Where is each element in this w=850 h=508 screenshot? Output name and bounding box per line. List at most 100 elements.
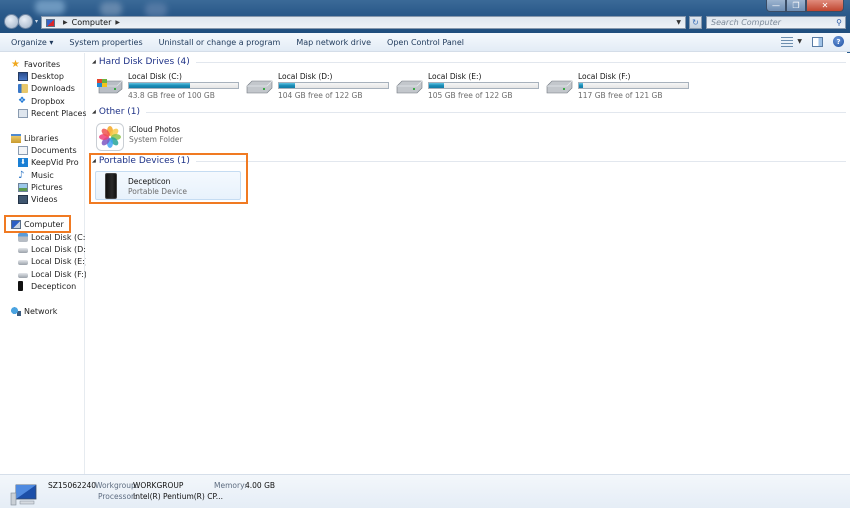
view-options-dropdown[interactable]: ▼: [797, 38, 802, 45]
sidebar-item-label: Dropbox: [31, 96, 65, 106]
sidebar-item-local-disk-f[interactable]: Local Disk (F:): [18, 268, 87, 280]
aero-glow: [145, 3, 167, 17]
sidebar-item-local-disk-e[interactable]: Local Disk (E:): [18, 255, 88, 267]
sidebar-item-network[interactable]: Network: [11, 305, 57, 317]
organize-button[interactable]: Organize ▾: [0, 38, 61, 47]
libraries-icon: [11, 133, 21, 143]
back-button[interactable]: [4, 14, 19, 29]
search-placeholder: Search Computer: [711, 18, 781, 27]
drive-name: Local Disk (F:): [578, 72, 631, 81]
drive-icon: [18, 248, 28, 253]
drive-tile-f[interactable]: Local Disk (F:) 117 GB free of 121 GB: [546, 72, 696, 102]
group-divider: [146, 111, 846, 113]
computer-icon: [10, 484, 37, 506]
sidebar-item-label: Local Disk (F:): [31, 269, 87, 279]
sidebar-item-label: Favorites: [24, 59, 61, 69]
workgroup-label: Workgroup:: [95, 481, 139, 490]
group-title: Hard Disk Drives (4): [98, 57, 190, 67]
collapse-icon[interactable]: ◢: [92, 109, 96, 115]
processor-label: Processor:: [98, 492, 137, 501]
sidebar-item-local-disk-c[interactable]: Local Disk (C:): [18, 231, 89, 243]
sidebar-item-decepticon[interactable]: Decepticon: [18, 280, 76, 292]
drive-icon: [396, 80, 423, 94]
drive-name: Local Disk (E:): [428, 72, 482, 81]
open-control-panel-button[interactable]: Open Control Panel: [379, 38, 472, 47]
sidebar-item-downloads[interactable]: Downloads: [18, 82, 75, 94]
drive-free-space: 43.8 GB free of 100 GB: [128, 91, 215, 100]
navigation-pane: ★ Favorites Desktop Downloads ❖ Dropbox …: [0, 53, 89, 474]
system-drive-icon: [18, 232, 28, 242]
group-header-other[interactable]: ◢ Other (1): [92, 106, 846, 118]
maximize-button[interactable]: ❐: [786, 0, 806, 12]
sidebar-item-label: Music: [31, 170, 54, 180]
drive-icon: [546, 80, 573, 94]
sidebar-item-label: Decepticon: [31, 281, 77, 291]
system-properties-button[interactable]: System properties: [61, 38, 150, 47]
magnifier-icon[interactable]: ⚲: [836, 18, 842, 27]
photos-icon: [96, 123, 124, 151]
drive-tile-e[interactable]: Local Disk (E:) 105 GB free of 122 GB: [396, 72, 546, 102]
map-network-drive-button[interactable]: Map network drive: [288, 38, 379, 47]
content-pane: ◢ Hard Disk Drives (4) Local Disk (C:) 4…: [86, 53, 850, 474]
sidebar-item-dropbox[interactable]: ❖ Dropbox: [18, 95, 65, 107]
navigation-buttons: ▾: [4, 14, 38, 29]
drive-free-space: 105 GB free of 122 GB: [428, 91, 513, 100]
drive-usage-fill: [129, 83, 191, 88]
memory-value: 4.00 GB: [245, 481, 276, 490]
help-icon[interactable]: ?: [833, 36, 844, 47]
sidebar-item-label: Videos: [31, 194, 58, 204]
details-pane: SZ15062240 Workgroup: WORKGROUP Memory: …: [0, 474, 850, 508]
close-button[interactable]: ✕: [806, 0, 844, 12]
sidebar-item-favorites[interactable]: ★ Favorites: [11, 58, 60, 70]
forward-button[interactable]: [18, 14, 33, 29]
sidebar-item-pictures[interactable]: Pictures: [18, 181, 63, 193]
breadcrumb-separator-icon[interactable]: ▶: [115, 19, 120, 26]
sidebar-item-videos[interactable]: Videos: [18, 193, 58, 205]
search-input[interactable]: Search Computer ⚲: [706, 16, 846, 29]
sidebar-item-local-disk-d[interactable]: Local Disk (D:): [18, 243, 89, 255]
sidebar-item-label: Local Disk (D:): [31, 244, 90, 254]
uninstall-program-button[interactable]: Uninstall or change a program: [151, 38, 289, 47]
sidebar-item-label: Network: [24, 306, 58, 316]
breadcrumb-separator-icon[interactable]: ▶: [63, 19, 68, 26]
refresh-button[interactable]: ↻: [689, 16, 702, 29]
sidebar-item-label: Documents: [31, 145, 77, 155]
breadcrumb-computer[interactable]: Computer: [72, 18, 112, 27]
videos-icon: [18, 194, 28, 204]
change-view-icon[interactable]: [781, 36, 794, 47]
drive-tile-d[interactable]: Local Disk (D:) 104 GB free of 122 GB: [246, 72, 396, 102]
sidebar-item-recent-places[interactable]: Recent Places: [18, 107, 87, 119]
sidebar-item-libraries[interactable]: Libraries: [11, 132, 59, 144]
recent-pages-dropdown[interactable]: ▾: [35, 18, 38, 25]
dropbox-icon: ❖: [18, 95, 27, 106]
sidebar-item-label: Local Disk (E:): [31, 256, 88, 266]
group-header-hard-disk-drives[interactable]: ◢ Hard Disk Drives (4): [92, 56, 846, 68]
memory-label: Memory:: [214, 481, 247, 490]
sidebar-item-label: Desktop: [31, 71, 64, 81]
drive-usage-bar: [578, 82, 689, 89]
command-bar: Organize ▾ System properties Uninstall o…: [0, 33, 850, 52]
preview-pane-icon[interactable]: [812, 36, 823, 47]
system-drive-icon: [97, 79, 123, 94]
item-name: iCloud Photos: [129, 125, 181, 134]
address-dropdown-icon[interactable]: ▼: [676, 19, 681, 26]
sidebar-item-keepvid-pro[interactable]: ⬇ KeepVid Pro: [18, 156, 79, 168]
drive-tile-c[interactable]: Local Disk (C:) 43.8 GB free of 100 GB: [96, 72, 246, 102]
sidebar-item-desktop[interactable]: Desktop: [18, 70, 64, 82]
address-bar[interactable]: ▶ Computer ▶ ▼: [41, 16, 686, 29]
keepvid-icon: ⬇: [18, 157, 28, 167]
collapse-icon[interactable]: ◢: [92, 59, 96, 65]
sidebar-item-documents[interactable]: Documents: [18, 144, 77, 156]
drive-icon: [18, 260, 28, 265]
group-title: Other (1): [98, 107, 141, 117]
music-icon: ♪: [18, 169, 25, 181]
sidebar-item-label: Libraries: [24, 133, 59, 143]
workgroup-value: WORKGROUP: [133, 481, 184, 490]
icloud-photos-tile[interactable]: iCloud Photos System Folder: [96, 122, 246, 152]
minimize-button[interactable]: —: [766, 0, 786, 12]
window-controls: — ❐ ✕: [766, 0, 844, 12]
aero-glow: [100, 2, 122, 16]
sidebar-item-music[interactable]: ♪ Music: [18, 169, 54, 181]
drive-usage-bar: [278, 82, 389, 89]
group-divider: [195, 61, 846, 63]
